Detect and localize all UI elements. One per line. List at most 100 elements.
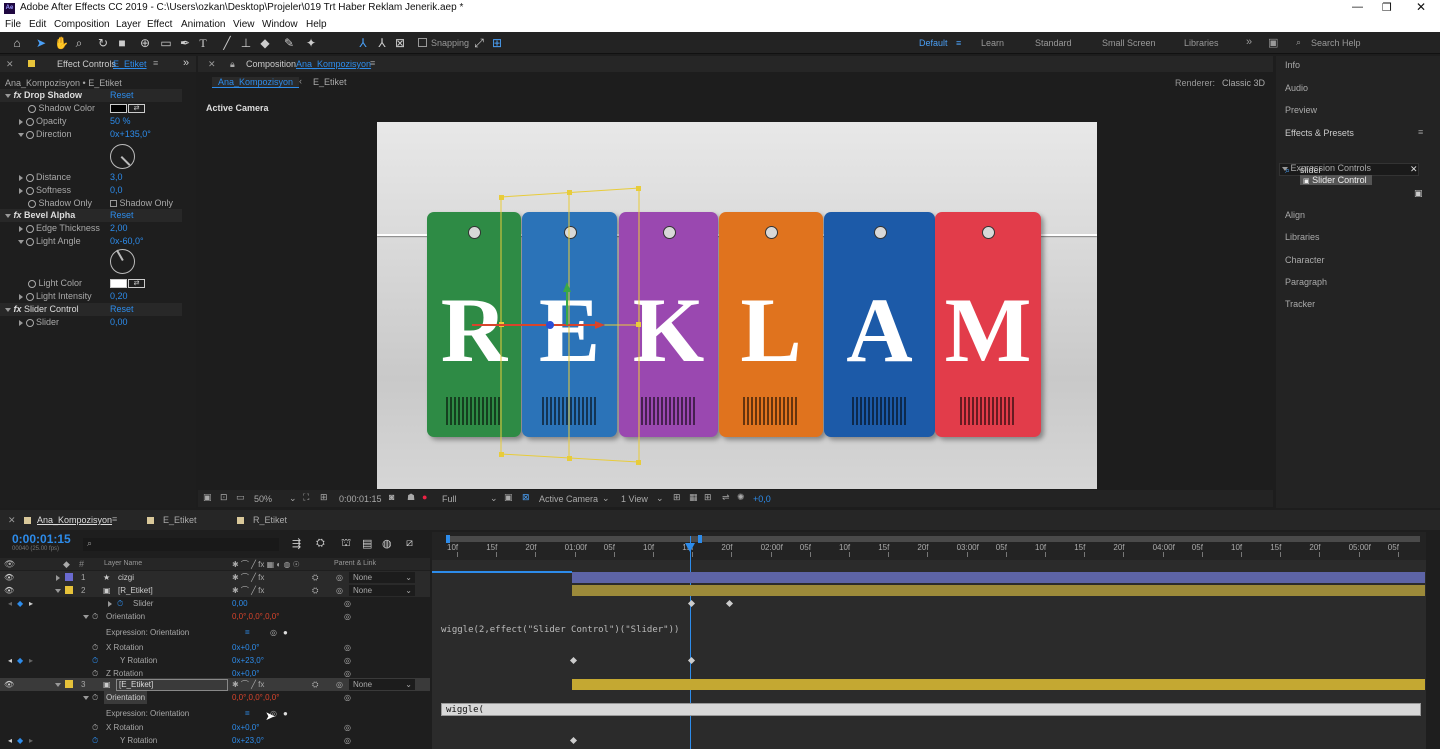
toggle-pixel-icon[interactable]: ⊞: [673, 492, 681, 503]
roto-brush-icon[interactable]: ✎: [282, 36, 296, 50]
search-help-input[interactable]: Search Help: [1311, 38, 1361, 48]
type-tool-icon[interactable]: T: [196, 36, 210, 50]
slider-control-reset[interactable]: Reset: [110, 303, 134, 316]
stopwatch-icon[interactable]: [25, 173, 34, 182]
new-item-icon[interactable]: ▣: [1414, 188, 1423, 199]
close-icon[interactable]: ✕: [1416, 0, 1426, 14]
drop-shadow-reset[interactable]: Reset: [110, 89, 134, 102]
label-color[interactable]: [65, 680, 73, 688]
character-panel[interactable]: Character: [1285, 255, 1325, 265]
expression-text-1[interactable]: wiggle(2,effect("Slider Control")("Slide…: [441, 625, 679, 635]
expression-menu-icon[interactable]: ●: [283, 707, 288, 720]
stopwatch-icon[interactable]: [25, 318, 34, 327]
layer-name[interactable]: cizgi: [118, 571, 134, 584]
parent-dropdown[interactable]: None ⌄: [349, 585, 415, 596]
minimize-icon[interactable]: —: [1352, 1, 1363, 13]
menu-edit[interactable]: Edit: [29, 19, 46, 30]
flow-tab-ana-kompozisyon[interactable]: Ana_Kompozisyon: [212, 77, 300, 88]
slider-control-header[interactable]: fx Slider Control Reset: [0, 303, 182, 316]
monitor-icon[interactable]: ▭: [236, 492, 245, 503]
workspace-small-screen[interactable]: Small Screen: [1102, 38, 1156, 48]
work-area-bar[interactable]: [446, 536, 1420, 542]
zoom-value[interactable]: 50%: [254, 494, 272, 504]
stopwatch-icon[interactable]: ⏱︎: [92, 641, 98, 654]
paragraph-panel[interactable]: Paragraph: [1285, 277, 1327, 287]
layer-name-header[interactable]: Layer Name: [104, 560, 142, 567]
world-axis-icon[interactable]: ⅄: [375, 36, 389, 50]
menu-animation[interactable]: Animation: [181, 19, 225, 30]
local-axis-icon[interactable]: ⅄: [356, 36, 370, 50]
prev-keyframe-icon[interactable]: ◂: [8, 734, 12, 747]
snap-grid-icon[interactable]: ⊞: [490, 36, 504, 50]
x-rotation-row-3[interactable]: ⏱︎ X Rotation 0x+0,0° ◎: [0, 721, 430, 734]
bevel-alpha-header[interactable]: fx Bevel Alpha Reset: [0, 209, 182, 222]
collapse-icon[interactable]: [55, 678, 61, 691]
region-icon[interactable]: ⛶: [303, 492, 309, 503]
align-panel[interactable]: Align: [1285, 210, 1305, 220]
prev-keyframe-icon[interactable]: ◂: [8, 654, 12, 667]
pan-behind-icon[interactable]: ⊕: [138, 36, 152, 50]
softness-value[interactable]: 0,0: [110, 184, 123, 197]
expression-graph-icon[interactable]: ◎: [270, 626, 277, 639]
orientation-value[interactable]: 0,0°,0,0°,0,0°: [232, 691, 279, 704]
stopwatch-icon[interactable]: [28, 279, 36, 288]
zoom-dropdown-icon[interactable]: ⌄: [289, 493, 297, 504]
x-rotation-row[interactable]: ⏱︎ X Rotation 0x+0,0° ◎: [0, 641, 430, 654]
frame-blending-icon[interactable]: ▤: [362, 537, 372, 550]
panel-menu-icon[interactable]: ≡: [153, 58, 158, 68]
timeline-icon[interactable]: ⊞: [704, 492, 712, 503]
stopwatch-icon[interactable]: [25, 224, 34, 233]
layer-bounding-box[interactable]: [377, 122, 1097, 489]
prev-keyframe-icon[interactable]: ◂: [8, 597, 12, 610]
visibility-icon[interactable]: 👁︎: [4, 584, 14, 597]
lock-icon[interactable]: 🔒︎: [230, 59, 235, 70]
y-rotation-value[interactable]: 0x+23,0°: [232, 734, 264, 747]
expand-icon[interactable]: [56, 571, 60, 584]
exposure-value[interactable]: +0,0: [753, 494, 771, 504]
stopwatch-icon[interactable]: [28, 104, 36, 113]
workspace-default[interactable]: Default: [919, 38, 948, 48]
stopwatch-icon[interactable]: [25, 117, 34, 126]
stopwatch-icon[interactable]: [25, 186, 34, 195]
composition-tab-name[interactable]: Ana_Kompozisyon: [296, 59, 371, 69]
menu-window[interactable]: Window: [262, 19, 298, 30]
graph-editor-icon[interactable]: ⧄: [406, 537, 413, 550]
timeline-tab-ana[interactable]: Ana_Kompozisyon: [37, 515, 112, 525]
resolution-dropdown-icon[interactable]: ⌄: [490, 493, 498, 504]
light-angle-dial[interactable]: [110, 249, 135, 274]
add-keyframe-icon[interactable]: ◆: [17, 597, 23, 610]
pen-tool-icon[interactable]: ✒: [178, 36, 192, 50]
label-color[interactable]: [65, 573, 73, 581]
add-keyframe-icon[interactable]: ◆: [17, 654, 23, 667]
brush-tool-icon[interactable]: ╱: [220, 36, 234, 50]
eyedropper-icon[interactable]: ⇄: [128, 279, 145, 288]
orientation-value[interactable]: 0,0°,0,0°,0,0°: [232, 610, 279, 623]
expression-text-2[interactable]: wiggle(: [446, 704, 484, 716]
parent-link-header[interactable]: Parent & Link: [334, 560, 376, 567]
camera-view-value[interactable]: Active Camera: [539, 494, 598, 504]
zoom-tool-icon[interactable]: ⌕: [72, 36, 86, 50]
menu-composition[interactable]: Composition: [54, 19, 110, 30]
stopwatch-icon[interactable]: ⏱︎: [92, 721, 98, 734]
motion-blur-icon[interactable]: ◍: [382, 537, 392, 550]
timeline-tab-e-etiket[interactable]: E_Etiket: [163, 515, 197, 525]
shadow-color-swatch[interactable]: [110, 104, 127, 113]
distance-value[interactable]: 3,0: [110, 171, 123, 184]
snapping-checkbox[interactable]: [418, 38, 427, 47]
light-color-swatch[interactable]: [110, 279, 127, 288]
always-preview-icon[interactable]: ▣: [203, 492, 212, 503]
layer-switches[interactable]: ✱ ⌒ ╱ fx: [232, 571, 264, 584]
pickwhip-icon[interactable]: ◎: [344, 610, 351, 623]
current-time-indicator[interactable]: [690, 536, 691, 749]
work-area-end[interactable]: [698, 535, 702, 543]
slider-control-result[interactable]: ▣ Slider Control: [1300, 175, 1372, 185]
pickwhip-icon[interactable]: ◎: [344, 721, 351, 734]
snap-icon[interactable]: ⤢: [472, 36, 486, 50]
clear-search-icon[interactable]: ✕: [1410, 164, 1418, 175]
camera-tool-icon[interactable]: ■: [115, 36, 129, 50]
menu-file[interactable]: File: [5, 19, 21, 30]
y-rotation-row[interactable]: ◂ ◆ ▸ ⏱︎ Y Rotation 0x+23,0° ◎: [0, 654, 430, 667]
add-keyframe-icon[interactable]: ◆: [17, 734, 23, 747]
maximize-icon[interactable]: ❐: [1382, 1, 1392, 14]
renderer-value[interactable]: Classic 3D: [1222, 78, 1265, 88]
